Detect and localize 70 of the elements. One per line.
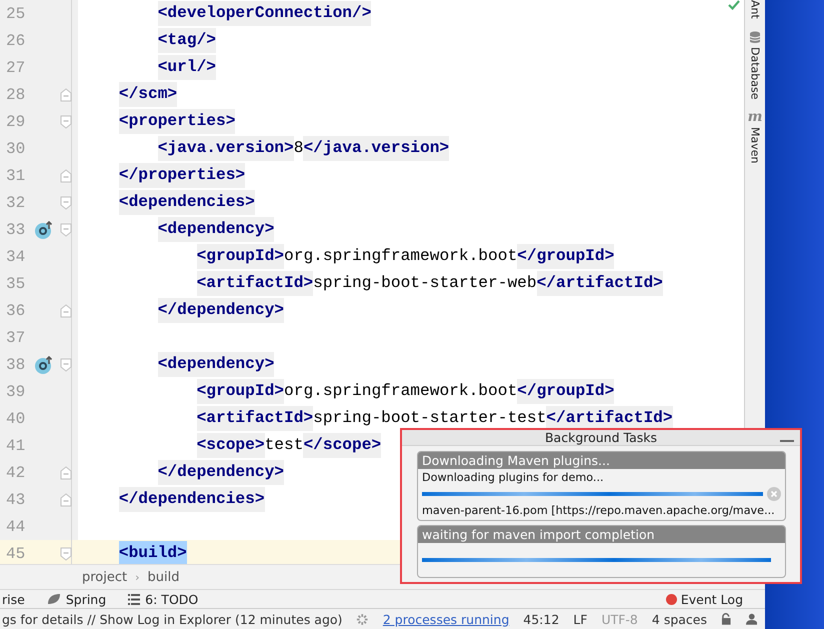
line-number: 27 xyxy=(5,58,26,76)
list-icon xyxy=(128,594,140,604)
code-line: <groupId>org.springframework.boot</groupId> xyxy=(80,244,614,269)
code-line: <tag/> xyxy=(80,28,216,53)
line-number: 25 xyxy=(5,4,26,22)
breadcrumb[interactable]: project xyxy=(82,570,128,584)
fold-marker-icon[interactable] xyxy=(60,114,72,128)
line-number: 45 xyxy=(5,544,26,562)
fold-marker-icon[interactable] xyxy=(60,492,72,506)
line-number: 26 xyxy=(5,32,26,50)
cancel-icon[interactable] xyxy=(767,487,781,501)
code-line: <artifactId>spring-boot-starter-web</artifactId> xyxy=(80,271,663,296)
line-number: 32 xyxy=(5,194,26,212)
line-number: 30 xyxy=(5,140,26,158)
code-line: <java.version>8</java.version> xyxy=(80,136,450,161)
line-number: 34 xyxy=(5,248,26,266)
event-log-button[interactable]: Event Log xyxy=(680,592,743,606)
line-number: 39 xyxy=(5,382,26,400)
fold-marker-icon[interactable] xyxy=(60,546,72,560)
line-number: 38 xyxy=(5,356,26,374)
fold-marker-icon[interactable] xyxy=(60,196,72,210)
task-title: Downloading Maven plugins... xyxy=(418,452,785,469)
popup-title: Background Tasks xyxy=(544,430,658,445)
tool-window-button[interactable]: 6: TODO xyxy=(145,592,198,606)
line-number: 33 xyxy=(5,220,26,238)
fold-marker-icon[interactable] xyxy=(60,358,72,372)
line-number: 36 xyxy=(5,302,26,320)
code-line: <groupId>org.springframework.boot</groupId> xyxy=(80,379,614,404)
notification-badge-icon xyxy=(666,594,677,604)
check-icon xyxy=(728,0,740,10)
line-number: 31 xyxy=(5,166,26,184)
person-icon[interactable] xyxy=(746,613,757,625)
line-number: 44 xyxy=(5,518,26,536)
code-line: <url/> xyxy=(80,55,216,80)
line-number: 40 xyxy=(5,410,26,428)
override-marker-icon[interactable] xyxy=(35,220,53,238)
lock-icon[interactable] xyxy=(721,613,732,625)
status-message: gs for details // Show Log in Explorer (12 minutes ago) xyxy=(2,612,342,626)
task-title: waiting for maven import completion xyxy=(418,526,785,543)
tool-window-button[interactable]: rise xyxy=(2,592,25,606)
spinner-icon xyxy=(356,612,369,626)
task-text: Downloading plugins for demo... xyxy=(422,471,605,484)
line-number: 41 xyxy=(5,436,26,454)
breadcrumb[interactable]: build xyxy=(148,570,180,584)
processes-link[interactable]: 2 processes running xyxy=(382,612,510,626)
fold-marker-icon[interactable] xyxy=(60,222,72,236)
tool-window-tab[interactable]: Ant xyxy=(748,0,762,19)
line-number: 35 xyxy=(5,274,26,292)
fold-marker-icon[interactable] xyxy=(60,466,72,480)
override-marker-icon[interactable] xyxy=(35,356,53,374)
line-number: 37 xyxy=(5,328,26,346)
line-number: 42 xyxy=(5,464,26,482)
line-number: 43 xyxy=(5,490,26,508)
separator: › xyxy=(135,570,140,584)
tool-window-tab[interactable]: Maven xyxy=(748,127,762,164)
code-line: <scope>test</scope> xyxy=(80,433,382,458)
line-number: 29 xyxy=(5,112,26,130)
line-number: 28 xyxy=(5,86,26,104)
fold-marker-icon[interactable] xyxy=(60,168,72,182)
line-separator[interactable]: LF xyxy=(573,612,588,626)
tool-window-tab[interactable]: Database xyxy=(748,46,762,100)
caret-position[interactable]: 45:12 xyxy=(523,612,560,626)
indent-setting[interactable]: 4 spaces xyxy=(652,612,707,626)
task-detail: maven-parent-16.pom [https://repo.maven.apache.org/mave... xyxy=(422,504,776,517)
maven-icon: m xyxy=(748,111,762,124)
leaf-icon xyxy=(46,593,61,605)
fold-marker-icon[interactable] xyxy=(60,88,72,102)
database-icon xyxy=(749,30,761,43)
tool-window-button[interactable]: Spring xyxy=(66,592,106,606)
fold-marker-icon[interactable] xyxy=(60,304,72,318)
